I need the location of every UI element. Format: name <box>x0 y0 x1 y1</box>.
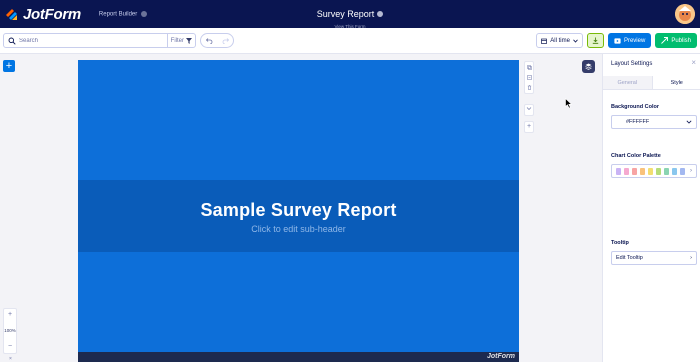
undo-icon[interactable] <box>205 37 213 44</box>
panel-tabs: General Style <box>603 76 700 90</box>
chevron-right-icon: › <box>690 255 692 261</box>
chevron-down-icon <box>686 120 692 124</box>
report-title-header[interactable]: Survey Report <box>317 9 384 19</box>
move-down-button[interactable] <box>524 104 534 116</box>
report-header[interactable]: Sample Survey Report Click to edit sub-h… <box>78 180 519 252</box>
search-icon <box>8 37 16 45</box>
zoom-in-button[interactable]: + <box>8 311 12 319</box>
calendar-icon <box>541 38 548 44</box>
publish-icon <box>661 37 669 44</box>
download-icon <box>592 37 599 44</box>
undo-redo-group <box>200 33 234 48</box>
tooltip-value: Edit Tooltip <box>616 255 643 261</box>
filter-label: Filter <box>170 37 184 44</box>
page-tools <box>524 61 534 94</box>
zoom-out-button[interactable]: − <box>8 343 12 351</box>
toolbar: Filter All time Preview Publish <box>0 28 700 54</box>
report-page[interactable]: Sample Survey Report Click to edit sub-h… <box>78 60 519 362</box>
chevron-down-icon <box>573 39 578 43</box>
info-icon[interactable] <box>141 10 148 17</box>
app-name: Report Builder <box>98 10 148 18</box>
color-palette-select[interactable]: › <box>611 164 697 178</box>
mouse-cursor-icon <box>565 98 573 109</box>
avatar-icon <box>675 4 695 24</box>
search-box[interactable]: Filter <box>3 33 196 48</box>
palette-swatch <box>648 167 653 175</box>
logo-text: JotForm <box>23 5 81 23</box>
top-navbar: JotForm Report Builder Survey Report Vie… <box>0 0 700 29</box>
report-name[interactable]: Survey Report <box>317 9 375 19</box>
app-name-label: Report Builder <box>98 11 138 18</box>
tooltip-label: Tooltip <box>611 240 629 246</box>
title-settings-icon[interactable] <box>377 11 384 17</box>
palette-swatch <box>656 167 661 175</box>
palette-label: Chart Color Palette <box>611 153 661 159</box>
publish-label: Publish <box>671 37 691 44</box>
palette-swatch <box>664 167 669 175</box>
download-button[interactable] <box>586 33 604 48</box>
redo-icon[interactable] <box>222 37 229 44</box>
page-footer: JotForm <box>78 352 519 362</box>
search-input[interactable] <box>19 37 159 44</box>
chevron-down-icon <box>526 107 532 110</box>
background-color-value: #FFFFFF <box>626 119 650 125</box>
copy-icon[interactable] <box>526 64 532 70</box>
filter-button[interactable]: Filter <box>166 34 195 47</box>
report-heading[interactable]: Sample Survey Report <box>78 200 519 221</box>
zoom-level: 100% <box>4 328 16 333</box>
filter-icon <box>186 37 192 44</box>
layout-settings-panel: Layout Settings × General Style Backgrou… <box>602 54 700 362</box>
palette-swatch <box>672 167 677 175</box>
panel-title: Layout Settings <box>611 61 653 67</box>
background-color-select[interactable]: #FFFFFF <box>611 115 697 129</box>
duplicate-icon[interactable] <box>526 75 532 80</box>
add-page-button[interactable]: + <box>524 121 534 133</box>
pages-button[interactable] <box>582 60 595 73</box>
layers-icon <box>585 63 592 70</box>
preview-button[interactable]: Preview <box>607 33 652 48</box>
background-color-label: Background Color <box>611 104 659 110</box>
jotform-logo-icon <box>4 6 20 22</box>
footer-brand: JotForm <box>487 353 515 360</box>
add-element-button[interactable]: + <box>3 60 15 72</box>
zoom-control: + 100% − <box>3 308 17 354</box>
trash-icon[interactable] <box>527 85 532 91</box>
palette-swatch <box>616 167 621 175</box>
avatar[interactable] <box>675 4 695 24</box>
close-icon[interactable]: × <box>9 356 12 362</box>
palette-swatch <box>632 167 637 175</box>
report-subheader[interactable]: Click to edit sub-header <box>78 224 519 234</box>
publish-button[interactable]: Publish <box>655 33 697 48</box>
tab-style[interactable]: Style <box>651 76 700 89</box>
date-range-label: All time <box>550 37 570 44</box>
palette-swatch <box>624 167 629 175</box>
palette-swatch <box>680 167 685 175</box>
close-panel-icon[interactable]: × <box>691 59 696 67</box>
toolbar-actions: All time Preview Publish <box>536 33 697 48</box>
preview-icon <box>614 37 621 44</box>
date-range-select[interactable]: All time <box>536 33 583 48</box>
palette-swatch <box>640 167 645 175</box>
edit-tooltip-button[interactable]: Edit Tooltip › <box>611 251 697 265</box>
preview-label: Preview <box>623 37 646 44</box>
tab-general[interactable]: General <box>603 76 652 89</box>
chevron-right-icon: › <box>690 168 692 174</box>
